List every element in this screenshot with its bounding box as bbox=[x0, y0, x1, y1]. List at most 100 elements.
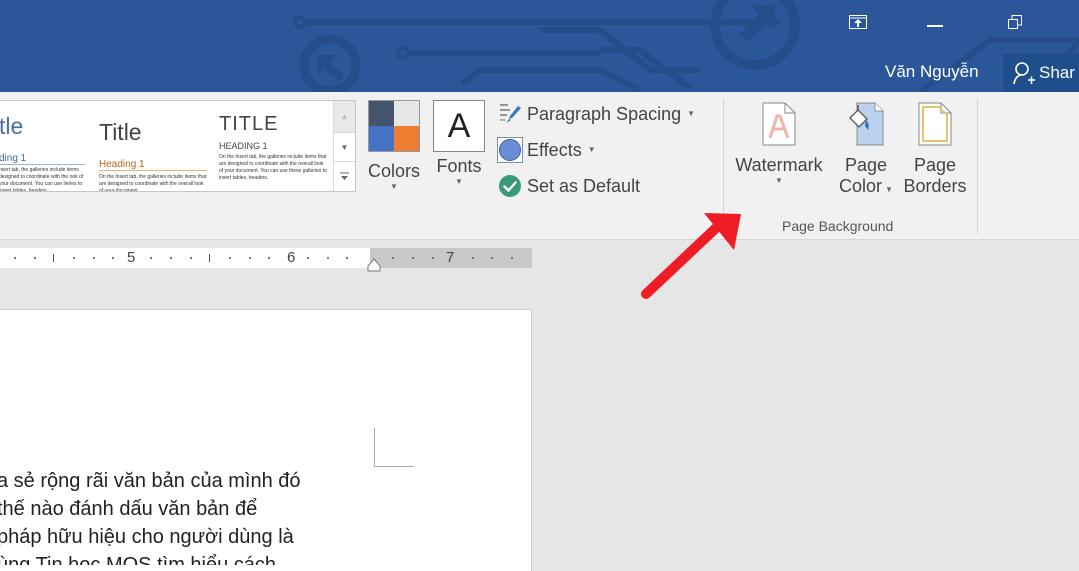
watermark-label: Watermark bbox=[735, 155, 823, 175]
set-as-default-button[interactable]: Set as Default bbox=[497, 171, 640, 201]
ribbon-design-tab: tle ding 1 nsert tab, the galleries incl… bbox=[0, 92, 1079, 240]
colors-label: Colors bbox=[367, 161, 420, 181]
text-line: a sẻ rộng rãi văn bản của mình đó bbox=[0, 470, 301, 492]
caret-down-icon: ▼ bbox=[587, 145, 596, 154]
set-as-default-label: Set as Default bbox=[527, 175, 641, 196]
ruler-tick bbox=[412, 257, 414, 259]
ruler-tick bbox=[170, 257, 172, 259]
style-set-item[interactable]: Title Heading 1 On the Insert tab, the g… bbox=[99, 101, 209, 191]
ruler-tick bbox=[249, 257, 251, 259]
page-color-button[interactable]: Page Color ▼ bbox=[834, 102, 898, 197]
caret-down-icon: ▼ bbox=[775, 176, 783, 185]
group-separator bbox=[977, 98, 978, 234]
theme-colors-icon bbox=[368, 100, 420, 152]
more-icon bbox=[340, 172, 349, 180]
page-borders-label-line1: Page bbox=[913, 155, 957, 175]
ruler-tick bbox=[472, 257, 474, 259]
ruler-tick bbox=[14, 257, 16, 259]
ribbon-display-options-icon bbox=[849, 15, 867, 29]
style-heading: ding 1 bbox=[0, 153, 85, 165]
chevron-up-icon: ▲ bbox=[340, 112, 349, 121]
page-color-label-line2-wrap: Color ▼ bbox=[839, 176, 893, 197]
ruler-tick bbox=[491, 257, 493, 259]
ruler-tick bbox=[93, 257, 95, 259]
ruler-tick bbox=[112, 257, 114, 259]
text-line: ùng Tin học MOS tìm hiểu cách bbox=[0, 554, 277, 565]
ruler-tick bbox=[53, 254, 54, 262]
text-line: thế nào đánh dấu văn bản để bbox=[0, 498, 258, 520]
title-bar: Văn Nguyễn Shar bbox=[0, 0, 1079, 92]
ruler-tick bbox=[229, 257, 231, 259]
effects-icon bbox=[497, 137, 523, 163]
share-person-icon bbox=[1013, 62, 1035, 85]
page-borders-button[interactable]: Page Borders bbox=[898, 102, 972, 197]
page-color-label-line2: Color bbox=[839, 176, 883, 196]
restore-icon bbox=[1008, 15, 1022, 29]
ruler-tick bbox=[73, 257, 75, 259]
fonts-label: Fonts bbox=[436, 156, 482, 176]
paragraph-spacing-label: Paragraph Spacing bbox=[527, 103, 682, 124]
ruler-number: 7 bbox=[446, 249, 455, 266]
font-glyph: A bbox=[447, 106, 471, 145]
margin-corner-mark bbox=[374, 428, 414, 467]
style-set-gallery: tle ding 1 nsert tab, the galleries incl… bbox=[0, 100, 356, 192]
ruler-number: 6 bbox=[287, 249, 296, 266]
group-label-page-background: Page Background bbox=[782, 218, 894, 234]
caret-down-icon: ▼ bbox=[455, 177, 463, 186]
horizontal-ruler[interactable]: 5 6 7 bbox=[0, 248, 532, 268]
minimize-button[interactable] bbox=[915, 10, 955, 34]
right-indent-marker[interactable] bbox=[367, 258, 381, 272]
caret-down-icon: ▼ bbox=[687, 109, 696, 118]
ruler-tick bbox=[346, 257, 348, 259]
style-title: tle bbox=[0, 113, 24, 139]
gallery-scroll-down-button[interactable]: ▼ bbox=[333, 133, 355, 162]
ruler-tick bbox=[511, 257, 513, 259]
ruler-tick bbox=[432, 257, 434, 259]
gallery-more-button[interactable] bbox=[333, 162, 355, 191]
paragraph-spacing-icon bbox=[500, 104, 521, 123]
chevron-down-icon: ▼ bbox=[340, 142, 349, 152]
style-body: nsert tab, the galleries include items d… bbox=[0, 167, 84, 191]
effects-button[interactable]: Effects ▼ bbox=[497, 135, 596, 165]
ruler-tick bbox=[150, 257, 152, 259]
ruler-tick bbox=[190, 257, 192, 259]
style-heading: Heading 1 bbox=[99, 159, 207, 171]
caret-down-icon: ▼ bbox=[885, 185, 893, 194]
paragraph-spacing-button[interactable]: Paragraph Spacing ▼ bbox=[497, 99, 695, 129]
style-title: TITLE bbox=[219, 113, 279, 135]
ruler-tick bbox=[307, 257, 309, 259]
ruler-tick bbox=[268, 257, 270, 259]
style-set-item[interactable]: TITLE HEADING 1 On the Insert tab, the g… bbox=[219, 101, 331, 191]
gallery-scroll-up-button[interactable]: ▲ bbox=[333, 101, 355, 133]
document-body-text[interactable]: a sẻ rộng rãi văn bản của mình đó thế nà… bbox=[0, 467, 380, 565]
caret-down-icon: ▼ bbox=[390, 182, 398, 191]
watermark-icon bbox=[762, 102, 796, 146]
effects-label: Effects bbox=[527, 139, 582, 160]
page-borders-label-line2: Borders bbox=[903, 176, 967, 196]
ruler-tick bbox=[392, 257, 394, 259]
text-line: pháp hữu hiệu cho người dùng là bbox=[0, 526, 294, 548]
style-body: On the Insert tab, the galleries include… bbox=[99, 174, 207, 191]
style-title: Title bbox=[99, 119, 142, 145]
restore-button[interactable] bbox=[995, 10, 1035, 34]
share-label: Shar bbox=[1039, 63, 1075, 82]
style-heading: HEADING 1 bbox=[219, 141, 268, 151]
share-button[interactable]: Shar bbox=[1003, 54, 1079, 92]
page-color-icon bbox=[849, 102, 884, 146]
ruler-tick bbox=[209, 254, 210, 262]
page-color-label-line1: Page bbox=[844, 155, 888, 175]
checkmark-circle-icon bbox=[499, 175, 521, 197]
ruler-tick bbox=[327, 257, 329, 259]
fonts-button[interactable]: A Fonts ▼ bbox=[430, 100, 488, 187]
user-name[interactable]: Văn Nguyễn bbox=[885, 62, 979, 82]
ribbon-display-options-button[interactable] bbox=[838, 10, 878, 34]
watermark-button[interactable]: Watermark ▼ bbox=[730, 102, 828, 186]
style-body: On the Insert tab, the galleries include… bbox=[219, 154, 327, 181]
style-set-item[interactable]: tle ding 1 nsert tab, the galleries incl… bbox=[0, 101, 89, 191]
theme-fonts-icon: A bbox=[433, 100, 485, 152]
ruler-tick bbox=[34, 257, 36, 259]
red-annotation-arrow bbox=[641, 213, 741, 299]
page-borders-icon bbox=[918, 102, 952, 146]
colors-button[interactable]: Colors ▼ bbox=[362, 100, 426, 192]
ruler-number: 5 bbox=[127, 249, 136, 266]
